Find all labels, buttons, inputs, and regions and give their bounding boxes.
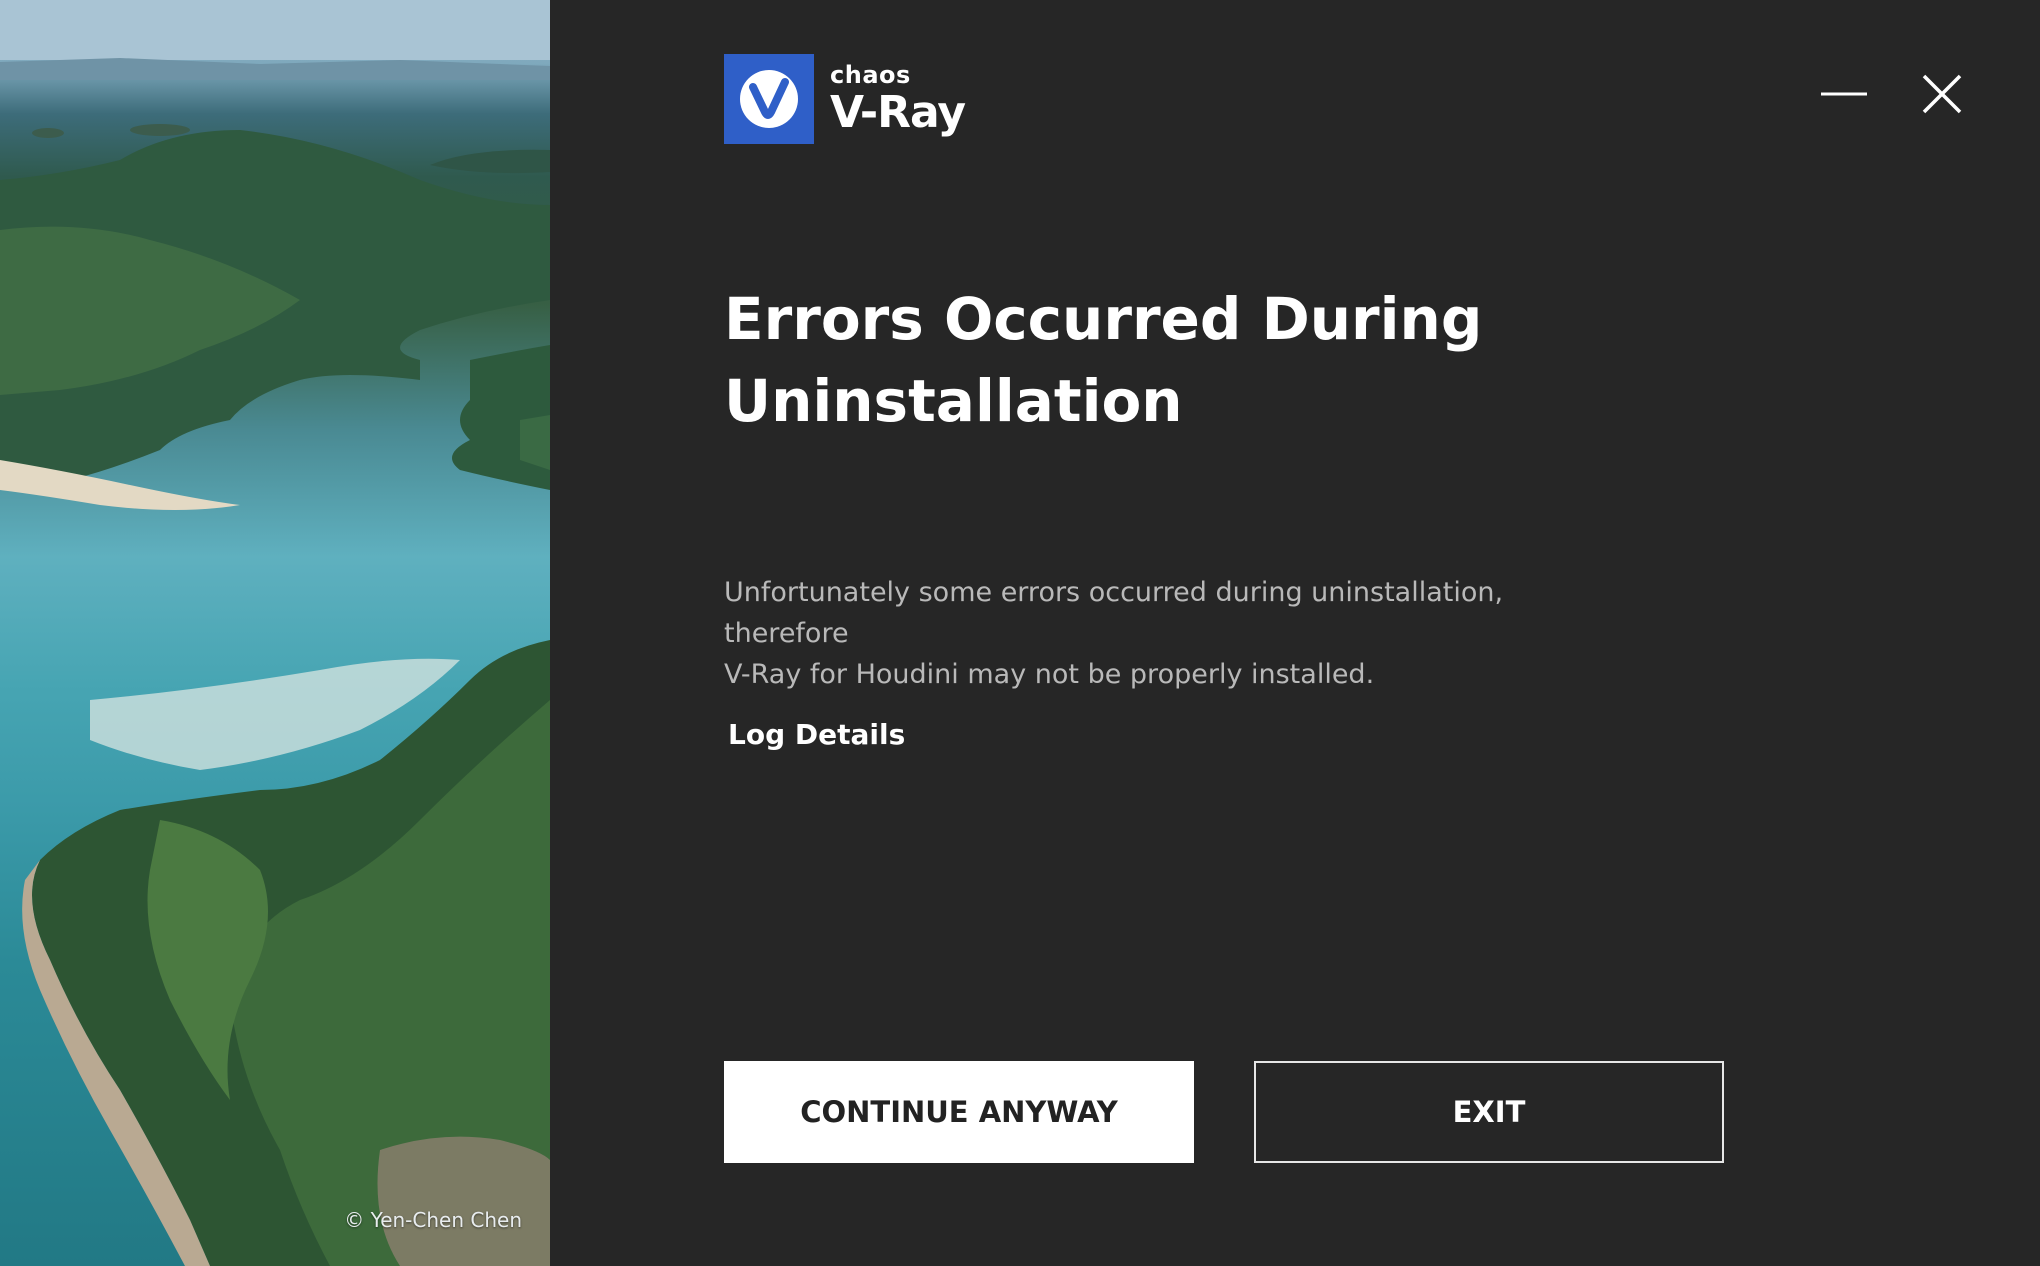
landscape-illustration bbox=[0, 0, 550, 1266]
error-message-line-2: V-Ray for Houdini may not be properly in… bbox=[724, 659, 1375, 690]
page-title: Errors Occurred During Uninstallation bbox=[724, 278, 1724, 442]
product-name: V-Ray bbox=[830, 87, 966, 138]
installer-window: © Yen-Chen Chen chaos V-Ray Errors Occur… bbox=[0, 0, 2040, 1266]
close-button[interactable] bbox=[1912, 64, 1972, 124]
vray-logo: chaos V-Ray bbox=[724, 54, 966, 144]
minimize-icon bbox=[1821, 92, 1867, 96]
exit-label: EXIT bbox=[1452, 1095, 1526, 1129]
page-title-line-1: Errors Occurred During bbox=[724, 285, 1483, 353]
page-title-line-2: Uninstallation bbox=[724, 367, 1183, 435]
error-message: Unfortunately some errors occurred durin… bbox=[724, 572, 1624, 695]
exit-button[interactable]: EXIT bbox=[1254, 1061, 1724, 1163]
photo-credit: © Yen-Chen Chen bbox=[344, 1208, 522, 1232]
log-details-link[interactable]: Log Details bbox=[728, 718, 905, 751]
continue-anyway-button[interactable]: CONTINUE ANYWAY bbox=[724, 1061, 1194, 1163]
error-message-line-1: Unfortunately some errors occurred durin… bbox=[724, 577, 1504, 649]
continue-anyway-label: CONTINUE ANYWAY bbox=[800, 1095, 1118, 1129]
minimize-button[interactable] bbox=[1814, 64, 1874, 124]
brand-name: chaos bbox=[830, 61, 911, 89]
close-icon bbox=[1922, 74, 1962, 114]
vray-logo-icon bbox=[724, 54, 814, 144]
aerial-landscape-photo: © Yen-Chen Chen bbox=[0, 0, 550, 1266]
